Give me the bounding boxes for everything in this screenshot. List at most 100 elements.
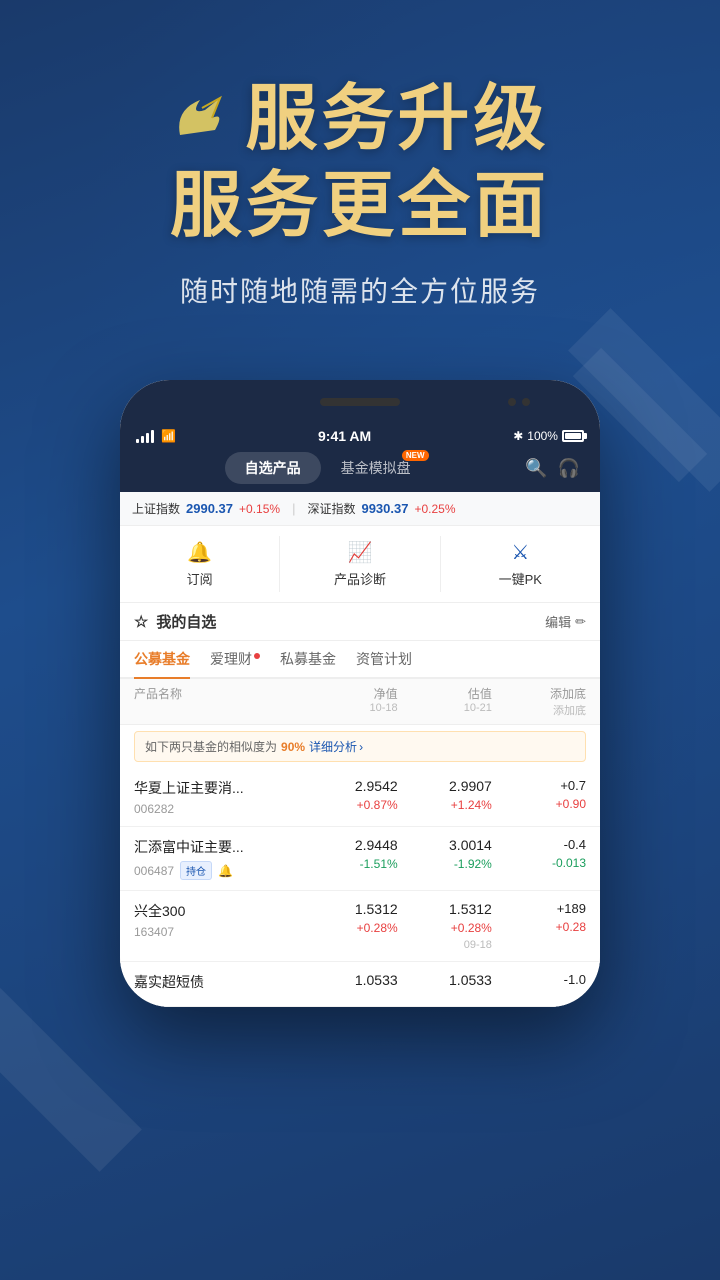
fund-info-2: 兴全300 163407 bbox=[134, 901, 304, 939]
fund-add-col-0: +0.7 +0.90 bbox=[492, 778, 586, 811]
fund-row-0[interactable]: 华夏上证主要消... 006282 2.9542 +0.87% 2.9907 +… bbox=[120, 768, 600, 827]
edit-label: 编辑 bbox=[545, 612, 571, 631]
app-nav: 自选产品 基金模拟盘 NEW 🔍 🎧 bbox=[120, 446, 600, 492]
fund-add-col-3: -1.0 bbox=[492, 972, 586, 991]
sz-change: +0.25% bbox=[414, 502, 455, 516]
fund-code-row-2: 163407 bbox=[134, 925, 304, 939]
col-add-header: 添加底 添加底 bbox=[492, 685, 586, 718]
pk-icon: ⚔ bbox=[511, 540, 529, 565]
fund-est-col-3: 1.0533 bbox=[398, 972, 492, 992]
edit-icon: ✏ bbox=[575, 614, 586, 630]
similarity-link[interactable]: 详细分析 › bbox=[309, 738, 363, 755]
nav-icons: 🔍 🎧 bbox=[525, 452, 580, 484]
fund-add2-0: +0.90 bbox=[492, 797, 586, 811]
col-est-header: 估值 10-21 bbox=[398, 685, 492, 718]
subscribe-icon: 🔔 bbox=[187, 540, 212, 565]
deco-stripe-3 bbox=[0, 988, 142, 1172]
fund-info-3: 嘉实超短债 bbox=[134, 972, 304, 996]
cat-tab-public-fund[interactable]: 公募基金 bbox=[134, 641, 190, 677]
fund-nav-val-2: 1.5312 bbox=[304, 901, 398, 917]
fund-est-val-3: 1.0533 bbox=[398, 972, 492, 988]
fund-est-val-1: 3.0014 bbox=[398, 837, 492, 853]
fund-nav-change-1: -1.51% bbox=[304, 857, 398, 871]
fund-row-2[interactable]: 兴全300 163407 1.5312 +0.28% 1.5312 +0.28%… bbox=[120, 891, 600, 962]
sh-value: 2990.37 bbox=[186, 501, 233, 516]
signal-bar-3 bbox=[146, 433, 149, 443]
nav-tab-simfund[interactable]: 基金模拟盘 NEW bbox=[321, 452, 431, 484]
phone-screen: 上证指数 2990.37 +0.15% | 深证指数 9930.37 +0.25… bbox=[120, 492, 600, 1007]
col-nav-header: 净值 10-18 bbox=[304, 685, 398, 718]
cat-tab-public-fund-label: 公募基金 bbox=[134, 651, 190, 667]
cat-tab-wealth[interactable]: 爱理财 bbox=[210, 641, 260, 677]
fund-add-val-3: -1.0 bbox=[492, 972, 586, 987]
phone-dot-1 bbox=[508, 398, 516, 406]
nav-tab-simfund-label: 基金模拟盘 bbox=[341, 460, 411, 476]
edit-button[interactable]: 编辑 ✏ bbox=[545, 612, 586, 631]
fund-code-0: 006282 bbox=[134, 802, 174, 816]
col-est-label: 估值 bbox=[468, 685, 492, 702]
hero-title-line1: 服务升级 bbox=[245, 80, 549, 159]
fund-est-col-0: 2.9907 +1.24% bbox=[398, 778, 492, 812]
quick-action-subscribe[interactable]: 🔔 订阅 bbox=[120, 536, 280, 592]
phone-speaker bbox=[320, 398, 400, 406]
fund-name-1: 汇添富中证主要... bbox=[134, 837, 304, 857]
fund-code-row-0: 006282 bbox=[134, 802, 304, 816]
cat-tab-asset-mgmt[interactable]: 资管计划 bbox=[356, 641, 412, 677]
fund-est-val-2: 1.5312 bbox=[398, 901, 492, 917]
quick-action-pk[interactable]: ⚔ 一键PK bbox=[441, 536, 600, 592]
fund-info-0: 华夏上证主要消... 006282 bbox=[134, 778, 304, 816]
status-time: 9:41 AM bbox=[318, 428, 371, 444]
cat-tab-wealth-label: 爱理财 bbox=[210, 651, 252, 667]
fund-code-1: 006487 bbox=[134, 864, 174, 878]
wealth-dot bbox=[254, 653, 260, 659]
fund-add-val-2: +189 bbox=[492, 901, 586, 916]
col-nav-label: 净值 bbox=[374, 685, 398, 702]
fund-code-row-1: 006487 持仓 🔔 bbox=[134, 861, 304, 880]
fund-row-3[interactable]: 嘉实超短债 1.0533 1.0533 -1.0 bbox=[120, 962, 600, 1007]
diagnose-label: 产品诊断 bbox=[334, 569, 386, 588]
sz-value: 9930.37 bbox=[361, 501, 408, 516]
phone-notch-bar bbox=[120, 380, 600, 424]
battery-pct: 100% bbox=[527, 429, 558, 443]
fund-nav-val-3: 1.0533 bbox=[304, 972, 398, 988]
sh-change: +0.15% bbox=[239, 502, 280, 516]
sh-label: 上证指数 bbox=[132, 500, 180, 517]
headset-icon-btn[interactable]: 🎧 bbox=[558, 458, 580, 479]
col-add-label: 添加底 bbox=[492, 685, 586, 702]
col-nav-date: 10-18 bbox=[370, 702, 398, 714]
fund-est-val-0: 2.9907 bbox=[398, 778, 492, 794]
fund-rows-container: 华夏上证主要消... 006282 2.9542 +0.87% 2.9907 +… bbox=[120, 768, 600, 1007]
quick-action-diagnose[interactable]: 📈 产品诊断 bbox=[280, 536, 440, 592]
fund-row-1[interactable]: 汇添富中证主要... 006487 持仓 🔔 2.9448 -1.51% 3.0… bbox=[120, 827, 600, 891]
fund-add2-1: -0.013 bbox=[492, 856, 586, 870]
fund-add-val-1: -0.4 bbox=[492, 837, 586, 852]
quick-actions: 🔔 订阅 📈 产品诊断 ⚔ 一键PK bbox=[120, 526, 600, 603]
sz-ticker: 深证指数 9930.37 +0.25% bbox=[307, 500, 455, 517]
fund-est-col-1: 3.0014 -1.92% bbox=[398, 837, 492, 871]
fund-name-3: 嘉实超短债 bbox=[134, 972, 304, 992]
nav-tab-watchlist[interactable]: 自选产品 bbox=[225, 452, 321, 484]
fund-nav-col-1: 2.9448 -1.51% bbox=[304, 837, 398, 871]
signal-bar-1 bbox=[136, 439, 139, 443]
hold-badge: 持仓 bbox=[180, 861, 212, 880]
phone-mockup: 📶 9:41 AM ✱ 100% 自选产品 基金模拟盘 NEW bbox=[0, 380, 720, 1007]
fund-date: 09-18 bbox=[398, 939, 492, 951]
status-left: 📶 bbox=[136, 429, 176, 443]
fund-est-change-0: +1.24% bbox=[398, 798, 492, 812]
fund-nav-col-2: 1.5312 +0.28% bbox=[304, 901, 398, 935]
arrow-upgrade-icon bbox=[170, 90, 230, 150]
hero-subtitle: 随时随地随需的全方位服务 bbox=[60, 270, 660, 310]
cat-tab-asset-mgmt-label: 资管计划 bbox=[356, 651, 412, 667]
subscribe-label: 订阅 bbox=[187, 569, 213, 588]
diagnose-icon: 📈 bbox=[348, 540, 373, 565]
search-icon-btn[interactable]: 🔍 bbox=[525, 458, 547, 479]
phone-outer: 📶 9:41 AM ✱ 100% 自选产品 基金模拟盘 NEW bbox=[120, 380, 600, 1007]
bluetooth-icon: ✱ bbox=[513, 429, 523, 443]
cat-tab-private-fund[interactable]: 私募基金 bbox=[280, 641, 336, 677]
similarity-text: 如下两只基金的相似度为 bbox=[145, 738, 277, 755]
market-ticker: 上证指数 2990.37 +0.15% | 深证指数 9930.37 +0.25… bbox=[120, 492, 600, 526]
table-header: 产品名称 净值 10-18 估值 10-21 添加底 添加底 bbox=[120, 679, 600, 725]
watchlist-title: ☆ 我的自选 bbox=[134, 611, 216, 632]
phone-camera-dots bbox=[508, 398, 530, 406]
status-bar: 📶 9:41 AM ✱ 100% bbox=[120, 424, 600, 446]
